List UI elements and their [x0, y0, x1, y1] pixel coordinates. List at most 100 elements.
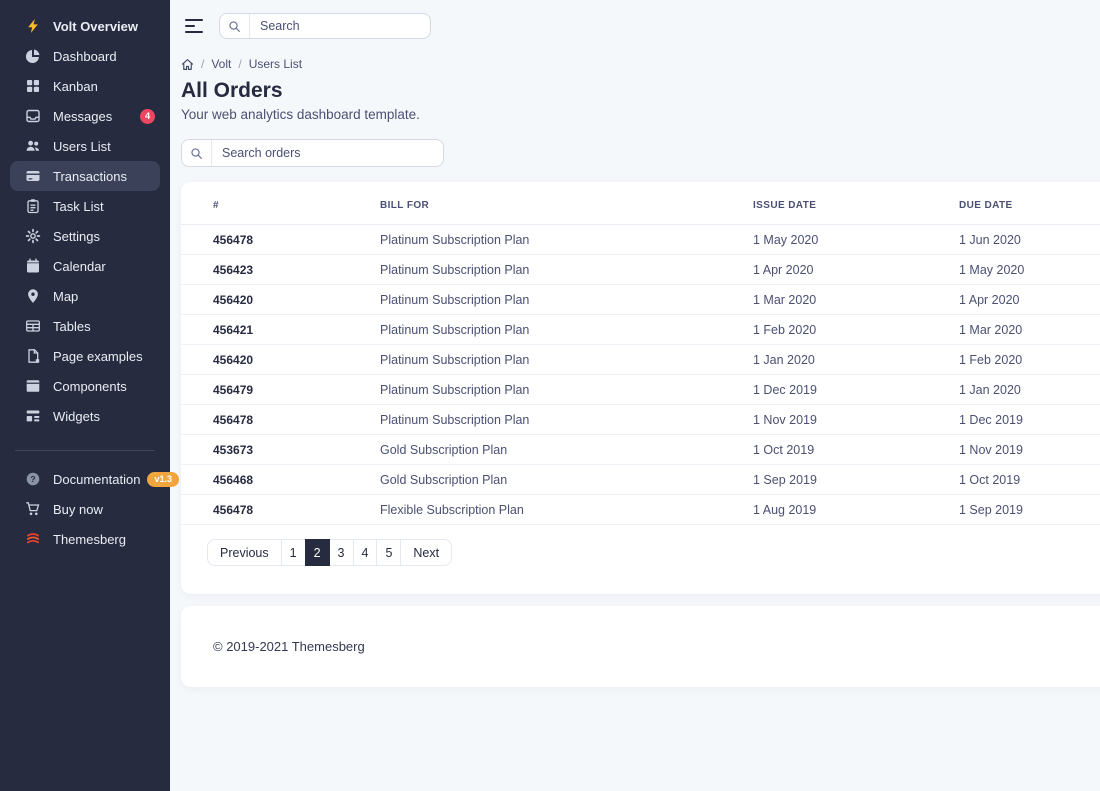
sidebar-item-label: Users List	[53, 139, 111, 154]
order-number-cell: 456423	[181, 255, 380, 285]
issue-date-cell: 1 Apr 2020	[753, 255, 959, 285]
clipboard-icon	[25, 198, 41, 214]
sidebar-item-dashboard[interactable]: Dashboard	[0, 41, 170, 71]
issue-date-cell: 1 Sep 2019	[753, 465, 959, 495]
orders-search-input[interactable]	[212, 140, 443, 166]
pagination-page-button-2[interactable]: 2	[305, 539, 330, 566]
footer-card: © 2019-2021 Themesberg	[181, 606, 1100, 687]
sidebar-item-widgets[interactable]: Widgets	[0, 401, 170, 431]
copyright-text: © 2019-2021 Themesberg	[213, 639, 365, 654]
sidebar-item-label: Messages	[53, 109, 112, 124]
sidebar-item-themesberg[interactable]: Themesberg	[0, 524, 170, 554]
pagination-previous-button[interactable]: Previous	[207, 539, 282, 566]
bill-for-cell: Platinum Subscription Plan	[380, 225, 753, 255]
due-date-cell: 1 Nov 2019	[959, 435, 1100, 465]
sidebar-brand[interactable]: Volt Overview	[0, 11, 170, 41]
order-number-cell: 456478	[181, 225, 380, 255]
bill-for-cell: Platinum Subscription Plan	[380, 375, 753, 405]
due-date-cell: 1 Jun 2020	[959, 225, 1100, 255]
pagination-next-button[interactable]: Next	[400, 539, 452, 566]
table-row: 456468Gold Subscription Plan1 Sep 20191 …	[181, 465, 1100, 495]
pagination-page-button-1[interactable]: 1	[281, 539, 306, 566]
gear-icon	[25, 228, 41, 244]
sidebar-item-documentation[interactable]: ?Documentationv1.3	[0, 464, 170, 494]
sidebar-item-calendar[interactable]: Calendar	[0, 251, 170, 281]
svg-text:?: ?	[30, 474, 35, 484]
sidebar-item-users-list[interactable]: Users List	[0, 131, 170, 161]
orders-table: #BILL FORISSUE DATEDUE DATE 456478Platin…	[181, 182, 1100, 525]
pagination-page-button-4[interactable]: 4	[353, 539, 378, 566]
bill-for-cell: Platinum Subscription Plan	[380, 255, 753, 285]
sidebar-item-label: Buy now	[53, 502, 103, 517]
bill-for-cell: Platinum Subscription Plan	[380, 285, 753, 315]
search-icon	[182, 140, 212, 166]
table-row: 456420Platinum Subscription Plan1 Mar 20…	[181, 285, 1100, 315]
window-icon	[25, 378, 41, 394]
order-number-cell: 456420	[181, 285, 380, 315]
sidebar-item-kanban[interactable]: Kanban	[0, 71, 170, 101]
sidebar-item-buy-now[interactable]: Buy now	[0, 494, 170, 524]
issue-date-cell: 1 Aug 2019	[753, 495, 959, 525]
order-number-cell: 456479	[181, 375, 380, 405]
table-header-row: #BILL FORISSUE DATEDUE DATE	[181, 182, 1100, 225]
global-search-input[interactable]	[250, 14, 431, 38]
home-icon[interactable]	[181, 58, 194, 71]
issue-date-cell: 1 Dec 2019	[753, 375, 959, 405]
main-content: / Volt / Users List All Orders Your web ana…	[170, 0, 1100, 791]
sidebar-item-settings[interactable]: Settings	[0, 221, 170, 251]
page-title: All Orders	[181, 80, 1100, 102]
bill-for-cell: Platinum Subscription Plan	[380, 405, 753, 435]
sidebar-item-page-examples[interactable]: Page examples	[0, 341, 170, 371]
sidebar-item-tables[interactable]: Tables	[0, 311, 170, 341]
cart-icon	[25, 501, 41, 517]
breadcrumb-item-volt[interactable]: Volt	[211, 57, 231, 71]
due-date-cell: 1 Sep 2019	[959, 495, 1100, 525]
breadcrumb-item-users-list[interactable]: Users List	[249, 57, 302, 71]
order-number-cell: 456420	[181, 345, 380, 375]
unread-count-badge: 4	[140, 109, 155, 124]
map-pin-icon	[25, 288, 41, 304]
sidebar-divider	[15, 450, 155, 451]
users-icon	[25, 138, 41, 154]
sidebar-item-transactions[interactable]: Transactions	[10, 161, 160, 191]
bill-for-cell: Gold Subscription Plan	[380, 435, 753, 465]
breadcrumb-separator: /	[201, 57, 204, 71]
sidebar-item-map[interactable]: Map	[0, 281, 170, 311]
credit-card-icon	[25, 168, 41, 184]
due-date-cell: 1 Oct 2019	[959, 465, 1100, 495]
issue-date-cell: 1 Oct 2019	[753, 435, 959, 465]
pagination-page-button-5[interactable]: 5	[376, 539, 401, 566]
sidebar-toggle-button[interactable]	[185, 19, 203, 34]
sidebar-item-label: Dashboard	[53, 49, 117, 64]
global-search-box	[219, 13, 431, 39]
sidebar-item-label: Task List	[53, 199, 104, 214]
column-header--: #	[181, 182, 380, 225]
issue-date-cell: 1 Mar 2020	[753, 285, 959, 315]
order-number-cell: 453673	[181, 435, 380, 465]
orders-search-box	[181, 139, 444, 167]
inbox-icon	[25, 108, 41, 124]
column-header-due-date: DUE DATE	[959, 182, 1100, 225]
table-row: 456478Flexible Subscription Plan1 Aug 20…	[181, 495, 1100, 525]
sidebar-item-label: Themesberg	[53, 532, 126, 547]
issue-date-cell: 1 Feb 2020	[753, 315, 959, 345]
sidebar-item-label: Tables	[53, 319, 91, 334]
pagination-page-button-3[interactable]: 3	[329, 539, 354, 566]
sidebar-footer-nav: ?Documentationv1.3 Buy now Themesberg	[0, 464, 170, 554]
bill-for-cell: Flexible Subscription Plan	[380, 495, 753, 525]
pages-icon	[25, 348, 41, 364]
issue-date-cell: 1 Jan 2020	[753, 345, 959, 375]
due-date-cell: 1 Feb 2020	[959, 345, 1100, 375]
bill-for-cell: Platinum Subscription Plan	[380, 345, 753, 375]
search-icon	[220, 14, 250, 38]
bill-for-cell: Platinum Subscription Plan	[380, 315, 753, 345]
themesberg-logo-icon	[25, 531, 41, 547]
sidebar-item-label: Widgets	[53, 409, 100, 424]
sidebar-item-components[interactable]: Components	[0, 371, 170, 401]
sidebar-item-task-list[interactable]: Task List	[0, 191, 170, 221]
sidebar-item-messages[interactable]: Messages 4	[0, 101, 170, 131]
table-row: 456478Platinum Subscription Plan1 Nov 20…	[181, 405, 1100, 435]
lightning-icon	[25, 18, 41, 34]
breadcrumb-separator: /	[238, 57, 241, 71]
page-subtitle: Your web analytics dashboard template.	[181, 107, 1100, 122]
